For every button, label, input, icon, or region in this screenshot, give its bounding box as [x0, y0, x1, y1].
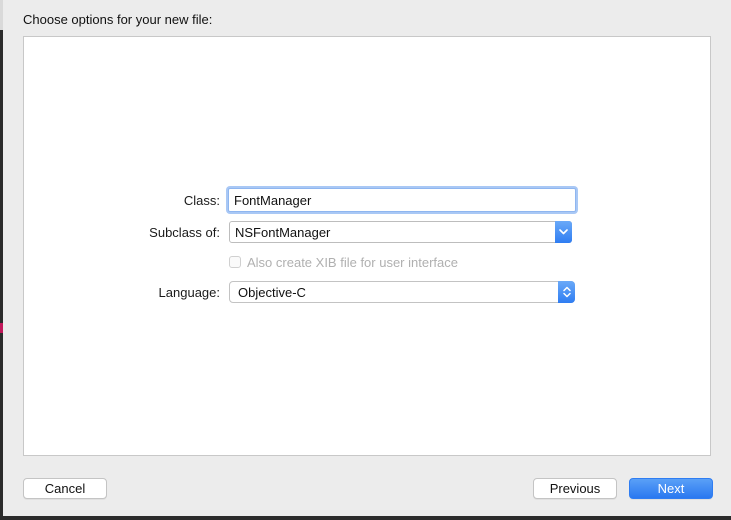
background-marker	[0, 323, 3, 333]
language-popup[interactable]: Objective-C	[229, 281, 575, 303]
cancel-button[interactable]: Cancel	[23, 478, 107, 499]
subclass-value[interactable]: NSFontManager	[235, 225, 330, 240]
xib-checkbox-row: Also create XIB file for user interface	[229, 254, 458, 270]
subclass-dropdown-button[interactable]	[555, 221, 572, 243]
window-bottom-edge	[0, 516, 731, 520]
xib-checkbox-label: Also create XIB file for user interface	[247, 254, 458, 270]
language-value: Objective-C	[238, 285, 306, 300]
language-popup-arrows[interactable]	[558, 281, 575, 303]
subclass-combobox[interactable]: NSFontManager	[229, 221, 572, 243]
subclass-label: Subclass of:	[149, 225, 220, 240]
up-down-chevron-icon	[562, 286, 571, 298]
window-left-edge-top	[0, 0, 3, 30]
options-panel	[23, 36, 711, 456]
next-button[interactable]: Next	[629, 478, 713, 499]
sheet-title: Choose options for your new file:	[23, 12, 213, 27]
class-name-input[interactable]	[228, 188, 576, 212]
chevron-down-icon	[559, 229, 568, 235]
previous-button[interactable]: Previous	[533, 478, 617, 499]
language-label: Language:	[158, 285, 220, 300]
window-left-edge	[0, 0, 3, 520]
class-label: Class:	[183, 193, 220, 208]
xib-checkbox[interactable]	[229, 256, 241, 268]
